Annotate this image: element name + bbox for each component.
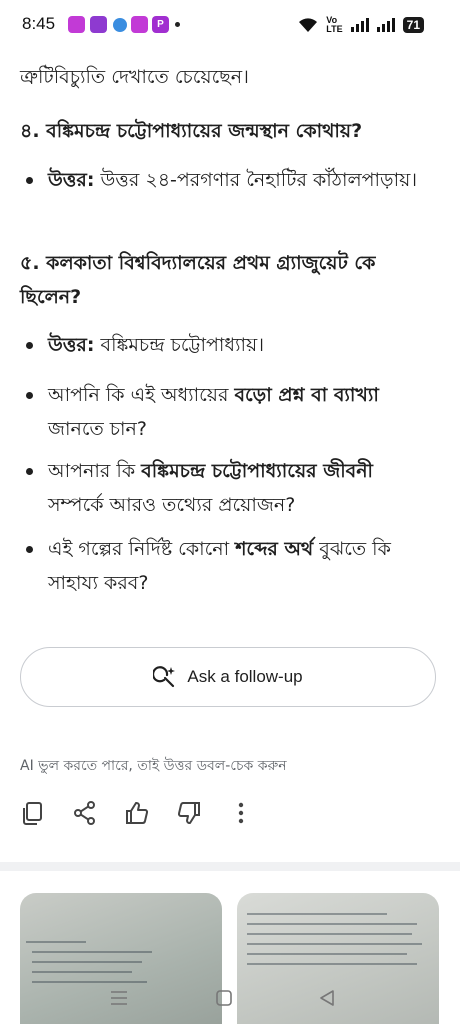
answer-5-item: উত্তর: বঙ্কিমচন্দ্র চট্টোপাধ্যায়। [22,328,422,362]
notification-app-icon [68,16,85,33]
bullet-dot [26,546,33,553]
battery-indicator: 71 [402,17,424,33]
more-notifications-dot [175,22,180,27]
volte-indicator: Vo LTE [326,15,343,34]
signal-2-icon [376,18,395,32]
thumbs-down-icon [177,802,200,825]
notification-p-icon: P [152,16,169,33]
more-options-button[interactable] [228,796,280,830]
notification-app-icon [90,16,107,33]
copy-button[interactable] [20,796,72,830]
good-response-button[interactable] [124,796,176,830]
sparkle-search-icon [153,666,176,688]
answer-text: উত্তর ২৪-পরগণার নৈহাটির কাঁঠালপাড়ায়। [94,169,418,191]
intro-line: ত্রুটিবিচ্যুতি দেখাতে চেয়েছেন। [20,66,249,88]
copy-icon [23,802,42,825]
share-button[interactable] [72,796,124,830]
back-icon[interactable] [318,990,336,1006]
bullet-dot [26,468,33,475]
more-options-icon [238,802,244,824]
answer-label: উত্তর: [48,169,95,191]
response-actions [20,796,280,830]
system-navigation-bar [0,968,460,1024]
answer-label: উত্তর: [48,334,95,356]
share-icon [74,801,95,825]
notification-app-icon [113,18,127,32]
bad-response-button[interactable] [176,796,228,830]
signal-1-icon [350,18,369,32]
menu-icon[interactable] [110,990,128,1006]
ai-disclaimer: AI ভুল করতে পারে, তাই উত্তর ডবল-চেক করুন [20,758,287,774]
section-divider [0,862,460,871]
suggestion-item[interactable]: আপনার কি বঙ্কিমচন্দ্র চট্টোপাধ্যায়ের জী… [22,454,422,522]
answer-4-item: উত্তর: উত্তর ২৪-পরগণার নৈহাটির কাঁঠালপাড… [22,163,422,197]
suggestion-item[interactable]: এই গল্পের নির্দিষ্ট কোনো শব্দের অর্থ বুঝ… [22,532,422,600]
bullet-dot [26,177,33,184]
notification-app-icon [131,16,148,33]
answer-text: বঙ্কিমচন্দ্র চট্টোপাধ্যায়। [94,334,265,356]
question-4: ৪. বঙ্কিমচন্দ্র চট্টোপাধ্যায়ের জন্মস্থা… [20,120,363,142]
bullet-dot [26,342,33,349]
suggestion-item[interactable]: আপনি কি এই অধ্যায়ের বড়ো প্রশ্ন বা ব্যা… [22,378,422,446]
status-time: 8:45 [22,14,56,33]
status-bar: 8:45 P Vo LTE 71 [0,0,460,52]
thumbs-up-icon [126,801,149,824]
home-icon[interactable] [215,990,233,1006]
bullet-dot [26,392,33,399]
wifi-icon [299,18,318,32]
question-5: ৫. কলকাতা বিশ্ববিদ্যালয়ের প্রথম গ্র্যাজ… [20,252,376,308]
ask-follow-up-button[interactable]: Ask a follow-up [20,647,436,707]
follow-up-label: Ask a follow-up [187,667,303,686]
